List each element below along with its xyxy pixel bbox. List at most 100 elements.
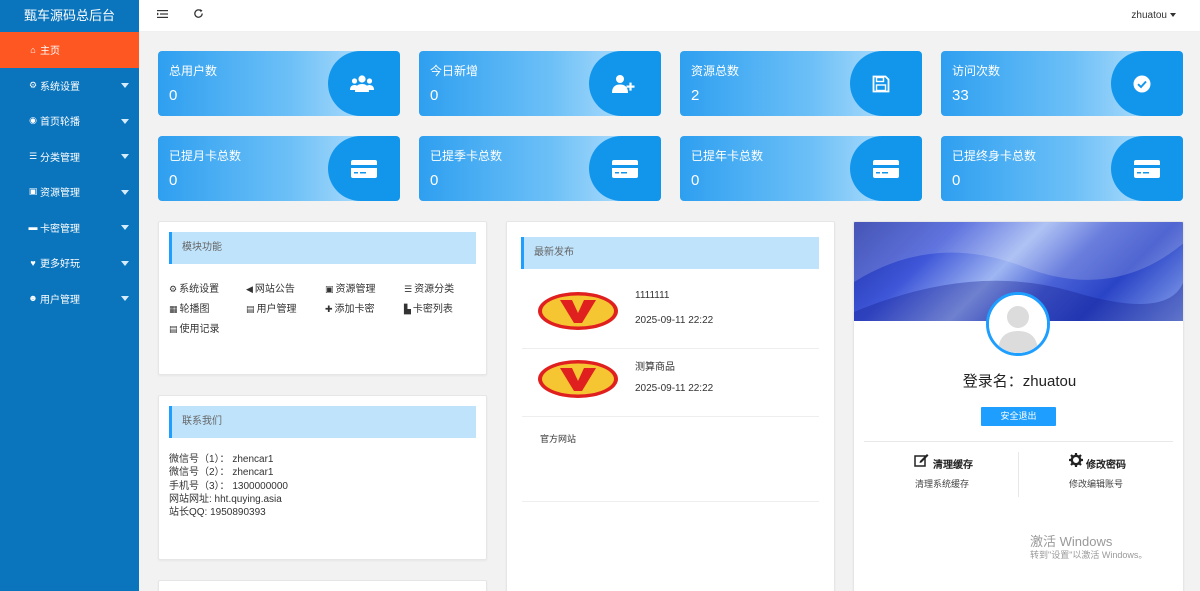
stat-label: 已提终身卡总数 [952, 149, 1037, 163]
sidebar-item-2[interactable]: ◉ 首页轮播 [0, 103, 139, 139]
stat-value: 0 [430, 87, 439, 104]
v-logo-icon [537, 291, 619, 334]
news-panel: 最新发布 1111111 2025-09-11 22:22 测算商品 2025-… [506, 221, 835, 591]
stat-label: 今日新增 [430, 64, 479, 78]
caret-down-icon [121, 83, 129, 89]
news-item[interactable]: 1111111 2025-09-11 22:22 [522, 281, 819, 349]
users-icon [328, 51, 400, 116]
contact-phone: 手机号（3）： 1300000000 [169, 480, 288, 492]
sidebar-item-6[interactable]: ♥ 更多好玩 [0, 245, 139, 281]
windows-activation-hint: 转到"设置"以激活 Windows。 [1030, 550, 1148, 560]
module-link[interactable]: ✚ 添加卡密 [325, 300, 375, 315]
news-item[interactable]: 测算商品 2025-09-11 22:22 [522, 349, 819, 417]
sidebar-item-7[interactable]: ☻ 用户管理 [0, 281, 139, 317]
card-icon [328, 136, 400, 201]
sidebar-item-3[interactable]: ☰ 分类管理 [0, 139, 139, 175]
change-password-sub: 修改编辑账号 [1069, 479, 1124, 489]
card-icon [589, 136, 661, 201]
v-logo-icon [537, 359, 619, 402]
heart-icon: ♥ [30, 257, 36, 268]
caret-down-icon [1170, 13, 1176, 18]
module-icon: ◀ [246, 284, 253, 294]
sidebar-item-label: 更多好玩 [40, 259, 80, 271]
module-label: 使用记录 [179, 324, 220, 335]
user-menu[interactable]: zhuatou [1131, 10, 1176, 21]
stat-label: 已提季卡总数 [430, 149, 503, 163]
module-label: 资源分类 [414, 284, 455, 295]
stat-card-monthly-cards: 已提月卡总数 0 [158, 136, 400, 201]
module-icon: ▤ [246, 304, 255, 314]
contact-wechat-1: 微信号（1）： zhencar1 [169, 454, 274, 465]
module-icon: ▣ [325, 284, 334, 294]
change-password-title: 修改密码 [1086, 460, 1126, 471]
edit-icon [914, 453, 929, 470]
official-site-link[interactable]: 官方网站 [540, 432, 576, 445]
stat-card-quarterly-cards: 已提季卡总数 0 [419, 136, 661, 201]
module-icon: ▦ [169, 304, 178, 314]
stat-value: 0 [691, 172, 700, 189]
sidebar-item-label: 分类管理 [40, 152, 80, 164]
contact-lines: 微信号（1）： zhencar1 微信号（2）： zhencar1 手机号（3）… [169, 453, 288, 519]
user-plus-icon [589, 51, 661, 116]
stat-label: 访问次数 [952, 64, 1001, 78]
caret-down-icon [121, 118, 129, 124]
sidebar-item-label: 用户管理 [40, 294, 80, 306]
card-icon [1111, 136, 1183, 201]
stat-value: 0 [952, 172, 961, 189]
module-link[interactable]: ⚙ 系统设置 [169, 280, 219, 295]
menu-toggle-icon[interactable] [157, 8, 168, 22]
login-name: 登录名：zhuatou [962, 373, 1077, 390]
module-link[interactable]: ▤ 使用记录 [169, 320, 220, 335]
caret-down-icon [121, 154, 129, 160]
module-icon: ✚ [325, 304, 333, 314]
stat-value: 33 [952, 87, 969, 104]
module-link[interactable]: ▤ 用户管理 [246, 300, 297, 315]
home-icon: ⌂ [30, 44, 36, 55]
sidebar-item-label: 首页轮播 [40, 117, 80, 129]
gear-icon [1069, 453, 1083, 470]
logout-button[interactable]: 安全退出 [981, 407, 1056, 426]
sidebar-item-5[interactable]: ▬ 卡密管理 [0, 210, 139, 246]
official-site-box: 官方网站 [522, 417, 819, 502]
caret-down-icon [121, 189, 129, 195]
module-link[interactable]: ▦ 轮播图 [169, 300, 210, 315]
eye-icon: ◉ [29, 115, 37, 126]
extra-panel [158, 580, 487, 591]
stat-value: 0 [430, 172, 439, 189]
sidebar: 甄车源码总后台 ⌂ 主页 ⚙ 系统设置 ◉ 首页轮播 ☰ 分类管理 ▣ 资源管理 ▬ 卡密管理 ♥ 更多好… [0, 0, 139, 591]
module-icon: ☰ [404, 284, 413, 294]
module-label: 用户管理 [256, 304, 297, 315]
clear-cache-title: 清理缓存 [933, 460, 973, 471]
sidebar-item-4[interactable]: ▣ 资源管理 [0, 174, 139, 210]
card-icon [850, 136, 922, 201]
module-label: 资源管理 [335, 284, 376, 295]
module-link[interactable]: ◀ 网站公告 [246, 280, 295, 295]
sidebar-item-label: 主页 [40, 46, 60, 58]
stat-card-total-users: 总用户数 0 [158, 51, 400, 116]
stat-card-today-new: 今日新增 0 [419, 51, 661, 116]
module-link[interactable]: ▣ 资源管理 [325, 280, 376, 295]
stat-card-yearly-cards: 已提年卡总数 0 [680, 136, 922, 201]
profile-panel: 登录名：zhuatou 安全退出 清理缓存 清理系统缓存 修改密码 修改编辑账号 [853, 221, 1184, 591]
list-icon: ☰ [28, 150, 38, 161]
sidebar-item-label: 卡密管理 [40, 223, 80, 235]
module-label: 添加卡密 [334, 304, 375, 315]
caret-down-icon [121, 296, 129, 302]
news-item-title[interactable]: 测算商品 [635, 358, 675, 373]
stat-value: 0 [169, 172, 178, 189]
sidebar-nav: ⌂ 主页 ⚙ 系统设置 ◉ 首页轮播 ☰ 分类管理 ▣ 资源管理 ▬ 卡密管理 ♥ 更多好玩 ☻ 用户管理 [0, 32, 139, 316]
module-link[interactable]: ☰ 资源分类 [404, 280, 454, 295]
module-link[interactable]: ▙ 卡密列表 [404, 300, 453, 315]
sidebar-item-0[interactable]: ⌂ 主页 [0, 32, 139, 68]
module-label: 轮播图 [179, 304, 210, 315]
sidebar-item-1[interactable]: ⚙ 系统设置 [0, 68, 139, 104]
stat-label: 已提年卡总数 [691, 149, 764, 163]
news-item-title[interactable]: 1111111 [635, 290, 669, 301]
modules-panel: 模块功能 ⚙ 系统设置 ◀ 网站公告 ▣ 资源管理 ☰ 资源分类 ▦ 轮播图 ▤ 用户管理 ✚ 添加卡密 ▙… [158, 221, 487, 375]
module-icon: ▤ [169, 324, 178, 334]
module-icon: ▙ [404, 304, 411, 314]
contact-title: 联系我们 [169, 406, 476, 438]
header-username: zhuatou [1131, 10, 1167, 21]
modules-title: 模块功能 [169, 232, 476, 264]
refresh-icon[interactable] [193, 8, 204, 22]
